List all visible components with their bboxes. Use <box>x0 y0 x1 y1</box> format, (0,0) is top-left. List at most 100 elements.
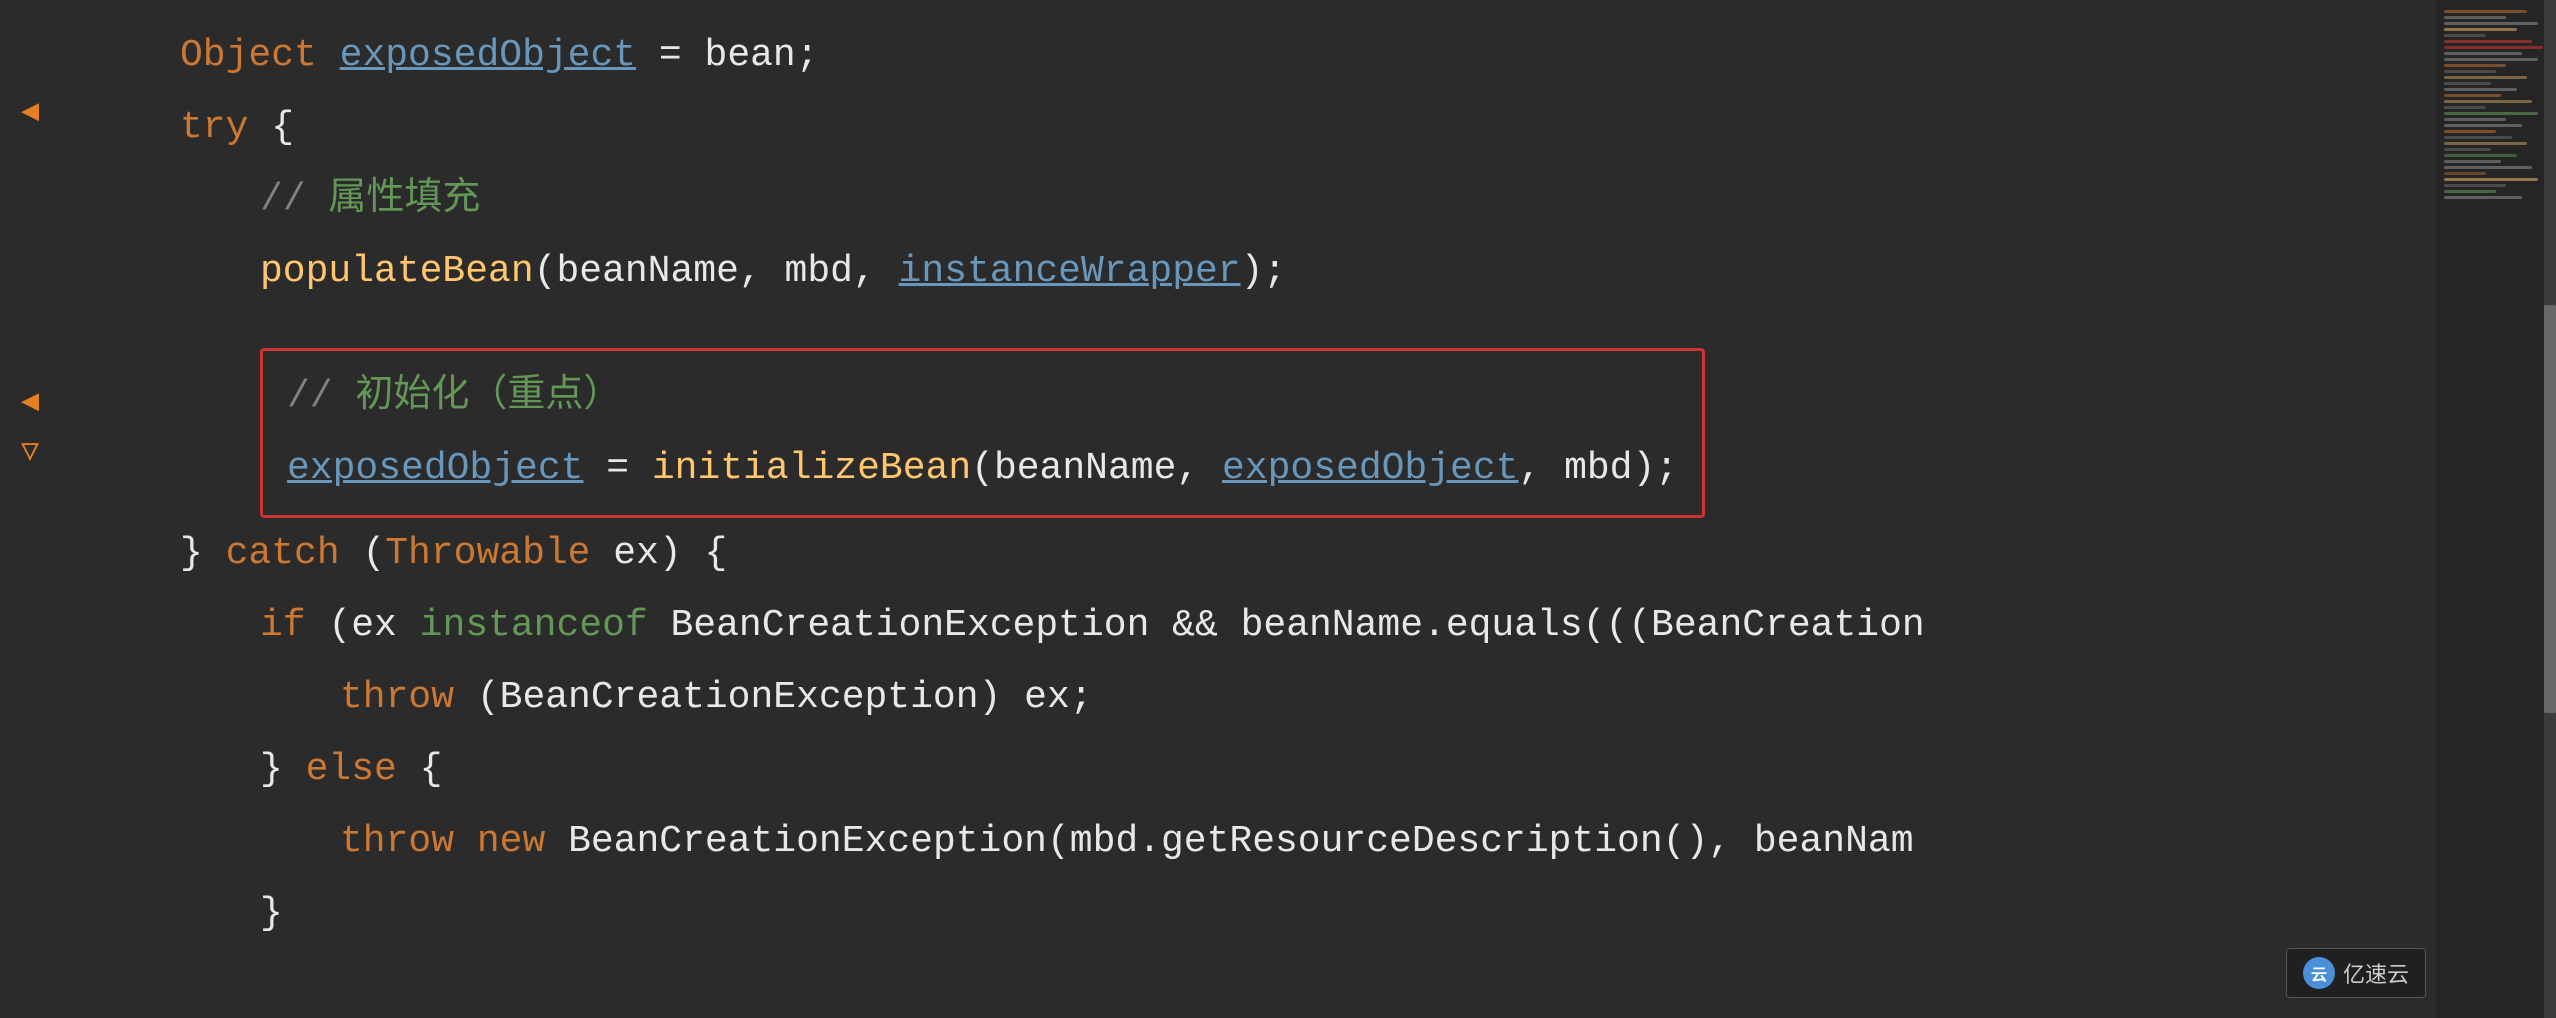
token: = <box>583 433 651 505</box>
code-line: exposedObject = initializeBean ( beanNam… <box>287 433 1678 505</box>
token: , <box>1176 433 1222 505</box>
minimap-line <box>2444 16 2506 19</box>
minimap-scrollbar[interactable] <box>2544 0 2556 1018</box>
token: BeanCreationException(mbd.getResourceDes… <box>568 806 1913 878</box>
token: instanceWrapper <box>899 236 1241 308</box>
token: { <box>397 734 443 806</box>
minimap-line <box>2444 178 2538 181</box>
minimap-line <box>2444 190 2496 193</box>
token: exposedObject <box>340 20 636 92</box>
minimap-line <box>2444 172 2486 175</box>
token: new <box>477 806 545 878</box>
minimap-line <box>2444 112 2538 115</box>
minimap-line <box>2444 124 2522 127</box>
minimap-line <box>2444 106 2486 109</box>
code-line: } <box>100 878 2436 950</box>
token: ( <box>971 433 994 505</box>
token-bean: bean <box>705 20 796 92</box>
token: // <box>260 164 328 236</box>
code-line: Object exposedObject = bean ; <box>100 20 2436 92</box>
minimap-line <box>2444 34 2486 37</box>
gutter-icon-3: ▽ <box>21 438 39 468</box>
token: initializeBean <box>652 433 971 505</box>
token: ( <box>340 518 386 590</box>
minimap-line <box>2444 166 2532 169</box>
token: ( <box>454 662 500 734</box>
minimap-line <box>2444 196 2522 199</box>
left-gutter: ◀ ◀ ▽ <box>0 0 60 1018</box>
gutter-icon-1: ◀ <box>21 98 39 128</box>
token: Object <box>180 20 317 92</box>
minimap-lines <box>2436 0 2556 209</box>
token: } <box>180 518 226 590</box>
token <box>317 20 340 92</box>
minimap-line <box>2444 70 2496 73</box>
gutter-icon-2: ◀ <box>21 388 39 418</box>
token: ex <box>1024 662 1070 734</box>
minimap-line <box>2444 46 2543 49</box>
minimap-line <box>2444 100 2532 103</box>
token: ( <box>306 590 352 662</box>
token: BeanCreationException <box>500 662 979 734</box>
minimap-line <box>2444 118 2506 121</box>
watermark: 云 亿速云 <box>2286 948 2426 998</box>
watermark-label: 亿速云 <box>2343 957 2409 989</box>
token: else <box>306 734 397 806</box>
code-line: throw ( BeanCreationException ) ex ; <box>100 662 2436 734</box>
code-line: try { <box>100 92 2436 164</box>
token <box>454 806 477 878</box>
code-line: } catch ( Throwable ex ) { <box>100 518 2436 590</box>
token-throw: throw <box>340 662 454 734</box>
highlighted-block: // 初始化（重点） exposedObject = initializeBea… <box>260 348 1705 518</box>
code-line: // 属性填充 <box>100 164 2436 236</box>
minimap <box>2436 0 2556 1018</box>
minimap-line <box>2444 88 2517 91</box>
code-line: if ( ex instanceof BeanCreationException… <box>100 590 2436 662</box>
token: // <box>287 361 355 433</box>
token <box>648 590 671 662</box>
token: ); <box>1241 236 1287 308</box>
token: ex <box>351 590 397 662</box>
token: beanName <box>994 433 1176 505</box>
token: , <box>1518 433 1564 505</box>
minimap-line <box>2444 148 2491 151</box>
token: BeanCreationException && beanName.equals… <box>671 590 1925 662</box>
code-line-empty <box>100 308 2436 348</box>
minimap-line <box>2444 136 2512 139</box>
token: ( <box>534 236 557 308</box>
minimap-line <box>2444 142 2527 145</box>
token-catch: catch <box>226 518 340 590</box>
token: exposedObject <box>1222 433 1518 505</box>
token: ex <box>613 518 659 590</box>
minimap-line <box>2444 130 2496 133</box>
token: 属性填充 <box>328 164 480 236</box>
token: , <box>853 236 899 308</box>
minimap-line <box>2444 22 2538 25</box>
watermark-icon: 云 <box>2303 957 2335 989</box>
minimap-line <box>2444 28 2517 31</box>
minimap-scrollbar-thumb[interactable] <box>2544 305 2556 712</box>
token: = <box>636 20 704 92</box>
token: 初始化（重点） <box>355 361 621 433</box>
code-line: throw new BeanCreationException(mbd.getR… <box>100 806 2436 878</box>
token-throw2: throw <box>340 806 454 878</box>
minimap-line <box>2444 10 2527 13</box>
code-line: populateBean ( beanName , mbd , instance… <box>100 236 2436 308</box>
watermark-icon-text: 云 <box>2311 961 2327 985</box>
token: exposedObject <box>287 433 583 505</box>
minimap-line <box>2444 184 2506 187</box>
token: if <box>260 590 306 662</box>
code-line: } else { <box>100 734 2436 806</box>
minimap-line <box>2444 94 2501 97</box>
minimap-line <box>2444 76 2527 79</box>
token <box>590 518 613 590</box>
minimap-line <box>2444 52 2522 55</box>
minimap-line <box>2444 82 2491 85</box>
token: ); <box>1632 433 1678 505</box>
token: instanceof <box>420 590 648 662</box>
token: } <box>260 734 306 806</box>
token: { <box>248 92 294 164</box>
token <box>397 590 420 662</box>
editor-container: ◀ ◀ ▽ Object exposedObject = bean ; try … <box>0 0 2556 1018</box>
token: beanName <box>556 236 738 308</box>
